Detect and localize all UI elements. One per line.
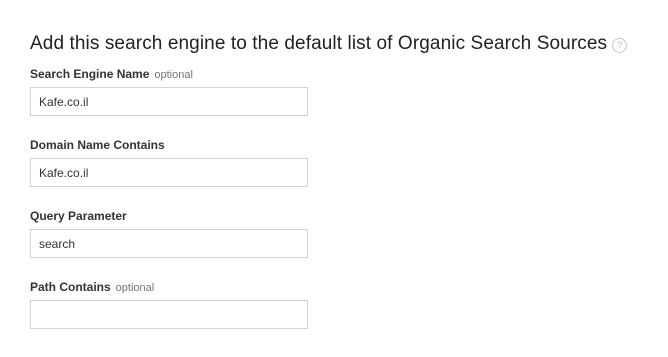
query-parameter-label: Query Parameter	[30, 209, 127, 223]
path-contains-label-row: Path Contains optional	[30, 280, 308, 294]
path-contains-input[interactable]	[30, 300, 308, 329]
help-circle-icon[interactable]: ?	[612, 37, 628, 53]
section-heading: Add this search engine to the default li…	[30, 33, 628, 55]
domain-name-contains-field: Domain Name Contains	[30, 138, 308, 187]
search-engine-name-field: Search Engine Name optional	[30, 67, 308, 116]
path-contains-label: Path Contains	[30, 280, 111, 294]
search-engine-name-input[interactable]	[30, 87, 308, 116]
search-engine-name-label-row: Search Engine Name optional	[30, 67, 308, 81]
organic-search-source-form: Add this search engine to the default li…	[0, 0, 668, 357]
query-parameter-field: Query Parameter	[30, 209, 308, 258]
query-parameter-input[interactable]	[30, 229, 308, 258]
domain-name-contains-label: Domain Name Contains	[30, 138, 165, 152]
path-contains-field: Path Contains optional	[30, 280, 308, 329]
query-parameter-label-row: Query Parameter	[30, 209, 308, 223]
domain-name-contains-label-row: Domain Name Contains	[30, 138, 308, 152]
page-title: Add this search engine to the default li…	[30, 33, 608, 54]
optional-hint: optional	[154, 69, 193, 81]
domain-name-contains-input[interactable]	[30, 158, 308, 187]
optional-hint: optional	[115, 282, 155, 294]
search-engine-name-label: Search Engine Name	[30, 67, 150, 81]
